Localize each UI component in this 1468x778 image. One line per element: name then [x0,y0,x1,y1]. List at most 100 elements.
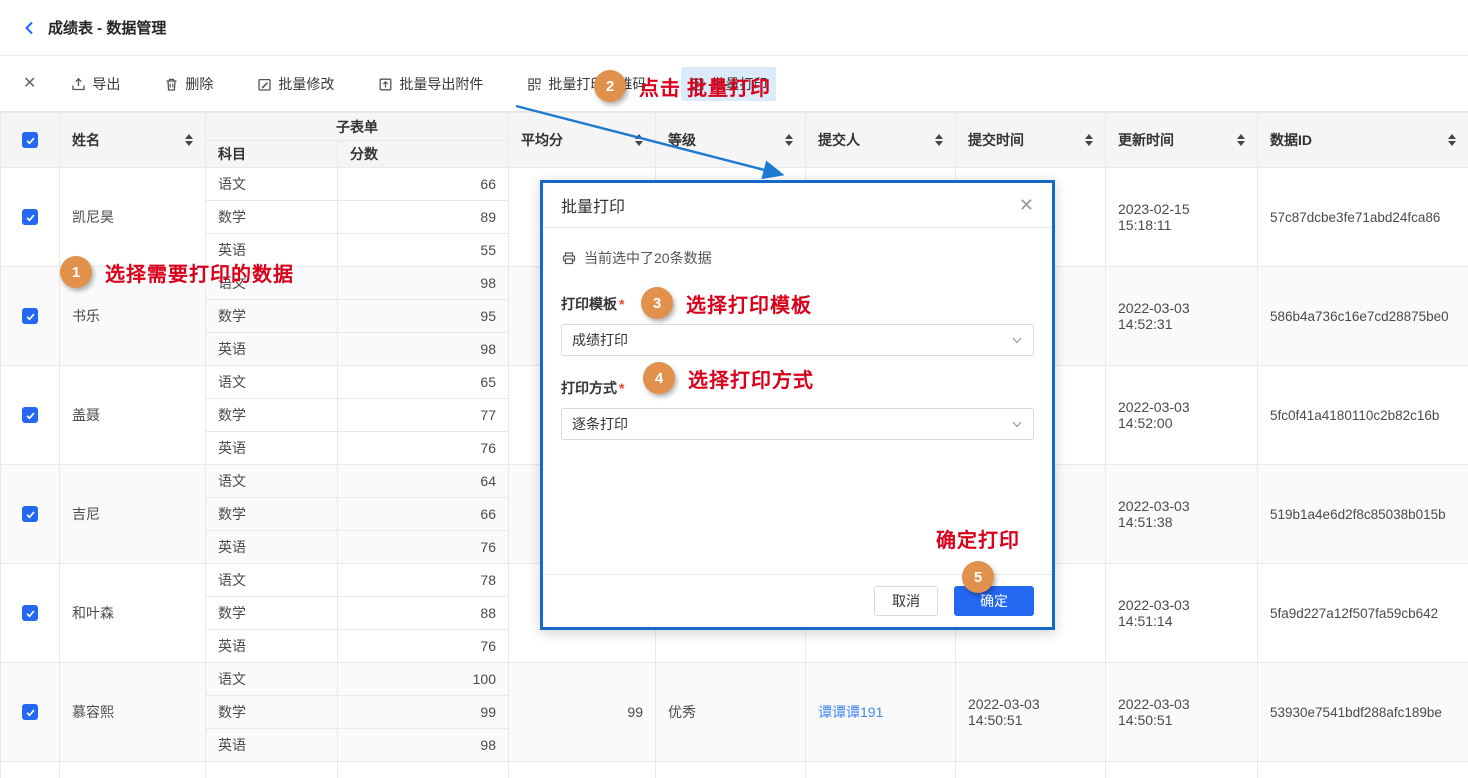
cell-submit-time: 2022-03-03 14:50:51 [956,663,1106,762]
print-icon [690,77,705,92]
header-grade: 等级 [656,113,806,168]
cell-subject: 英语 [206,234,338,267]
delete-button[interactable]: 删除 [155,67,222,101]
cell-score: 76 [338,531,509,564]
header-submitter: 提交人 [806,113,956,168]
cell-update-time: 2022-03-03 14:52:00 [1106,366,1258,465]
back-button[interactable] [22,20,38,36]
confirm-button[interactable]: 确定 [954,586,1034,616]
header-subject: 科目 [206,141,338,168]
cell-name: 书乐 [60,267,206,366]
cell-subject: 数学 [206,597,338,630]
cell-score: 98 [338,333,509,366]
row-checkbox[interactable] [22,407,38,423]
modal-header: 批量打印 ✕ [543,183,1052,228]
sort-icon[interactable] [935,134,943,146]
cell-score: 76 [338,630,509,663]
cell-average: 99 [509,663,656,762]
print-template-select[interactable]: 成绩打印 [561,324,1034,356]
modal-close-icon[interactable]: ✕ [1019,195,1034,216]
check-icon [25,135,36,146]
file-export-icon [378,77,393,92]
qrcode-icon [527,77,542,92]
print-template-label: 打印模板* [561,294,1034,314]
modal-title: 批量打印 [561,193,625,217]
row-checkbox[interactable] [22,605,38,621]
page-title: 成绩表 - 数据管理 [48,17,166,38]
cell-update-time: 2022-03-03 14:51:38 [1106,465,1258,564]
batch-edit-button[interactable]: 批量修改 [248,67,343,101]
cell-score: 64 [338,465,509,498]
submitter-link[interactable]: 谭谭谭191 [818,704,883,720]
cell-submit-time [956,762,1106,778]
header-average: 平均分 [509,113,656,168]
row-checkbox-cell [1,663,60,762]
sort-icon[interactable] [1448,134,1456,146]
check-icon [25,212,36,223]
batch-print-button[interactable]: 批量打印 [681,67,776,101]
header-checkbox-cell [1,113,60,168]
cell-subject: 数学 [206,399,338,432]
cell-update-time [1106,762,1258,778]
cell-score: 55 [338,234,509,267]
sort-icon[interactable] [185,134,193,146]
table-row-partial [1,762,1468,778]
toolbar-button-label: 批量导出附件 [399,74,483,94]
batch-export-attachment-button[interactable]: 批量导出附件 [369,67,492,101]
sort-icon[interactable] [1085,134,1093,146]
cell-subject [206,762,338,778]
cell-data-id: 57c87dcbe3fe71abd24fca86 [1258,168,1468,267]
row-checkbox[interactable] [22,704,38,720]
cell-score: 99 [338,696,509,729]
cell-subject: 语文 [206,168,338,201]
header-submit-time: 提交时间 [956,113,1106,168]
cell-subject: 数学 [206,498,338,531]
toolbar-button-label: 批量打印二维码 [548,74,646,94]
trash-icon [164,77,179,92]
batch-print-qrcode-button[interactable]: 批量打印二维码 [518,67,655,101]
cancel-button[interactable]: 取消 [874,586,938,616]
cell-name: 凯尼昊 [60,168,206,267]
toolbar-close-icon[interactable]: ✕ [23,76,36,92]
row-checkbox-cell [1,465,60,564]
header-data-id: 数据ID [1258,113,1468,168]
cell-data-id: 53930e7541bdf288afc189be [1258,663,1468,762]
row-checkbox[interactable] [22,506,38,522]
export-icon [71,77,86,92]
batch-print-modal: 批量打印 ✕ 当前选中了20条数据 打印模板* 成绩打印 打印方 [540,180,1055,630]
print-mode-select[interactable]: 逐条打印 [561,408,1034,440]
toolbar-button-label: 删除 [185,74,213,94]
cell-submitter [806,762,956,778]
chevron-down-icon [1011,334,1023,346]
sort-icon[interactable] [635,134,643,146]
cell-data-id: 5fa9d227a12f507fa59cb642 [1258,564,1468,663]
row-checkbox-cell [1,168,60,267]
selected-count-info: 当前选中了20条数据 [561,248,1034,268]
cell-score: 76 [338,432,509,465]
cell-name: 和叶森 [60,564,206,663]
row-checkbox[interactable] [22,209,38,225]
cell-name: 吉尼 [60,465,206,564]
chevron-left-icon [22,20,38,36]
cell-score: 66 [338,498,509,531]
cell-subject: 语文 [206,564,338,597]
row-checkbox[interactable] [22,308,38,324]
row-checkbox-cell [1,267,60,366]
sort-icon[interactable] [785,134,793,146]
cell-name: 盖聂 [60,366,206,465]
cell-grade: 优秀 [656,663,806,762]
cell-subject: 英语 [206,531,338,564]
export-button[interactable]: 导出 [62,67,129,101]
cell-data-id: 586b4a736c16e7cd28875be0 [1258,267,1468,366]
check-icon [25,608,36,619]
cell-grade [656,762,806,778]
cell-update-time: 2022-03-03 14:52:31 [1106,267,1258,366]
chevron-down-icon [1011,418,1023,430]
check-icon [25,410,36,421]
select-all-checkbox[interactable] [22,132,38,148]
cell-score: 95 [338,300,509,333]
sort-icon[interactable] [1237,134,1245,146]
cell-name [60,762,206,778]
cell-update-time: 2022-03-03 14:50:51 [1106,663,1258,762]
cell-subject: 英语 [206,630,338,663]
